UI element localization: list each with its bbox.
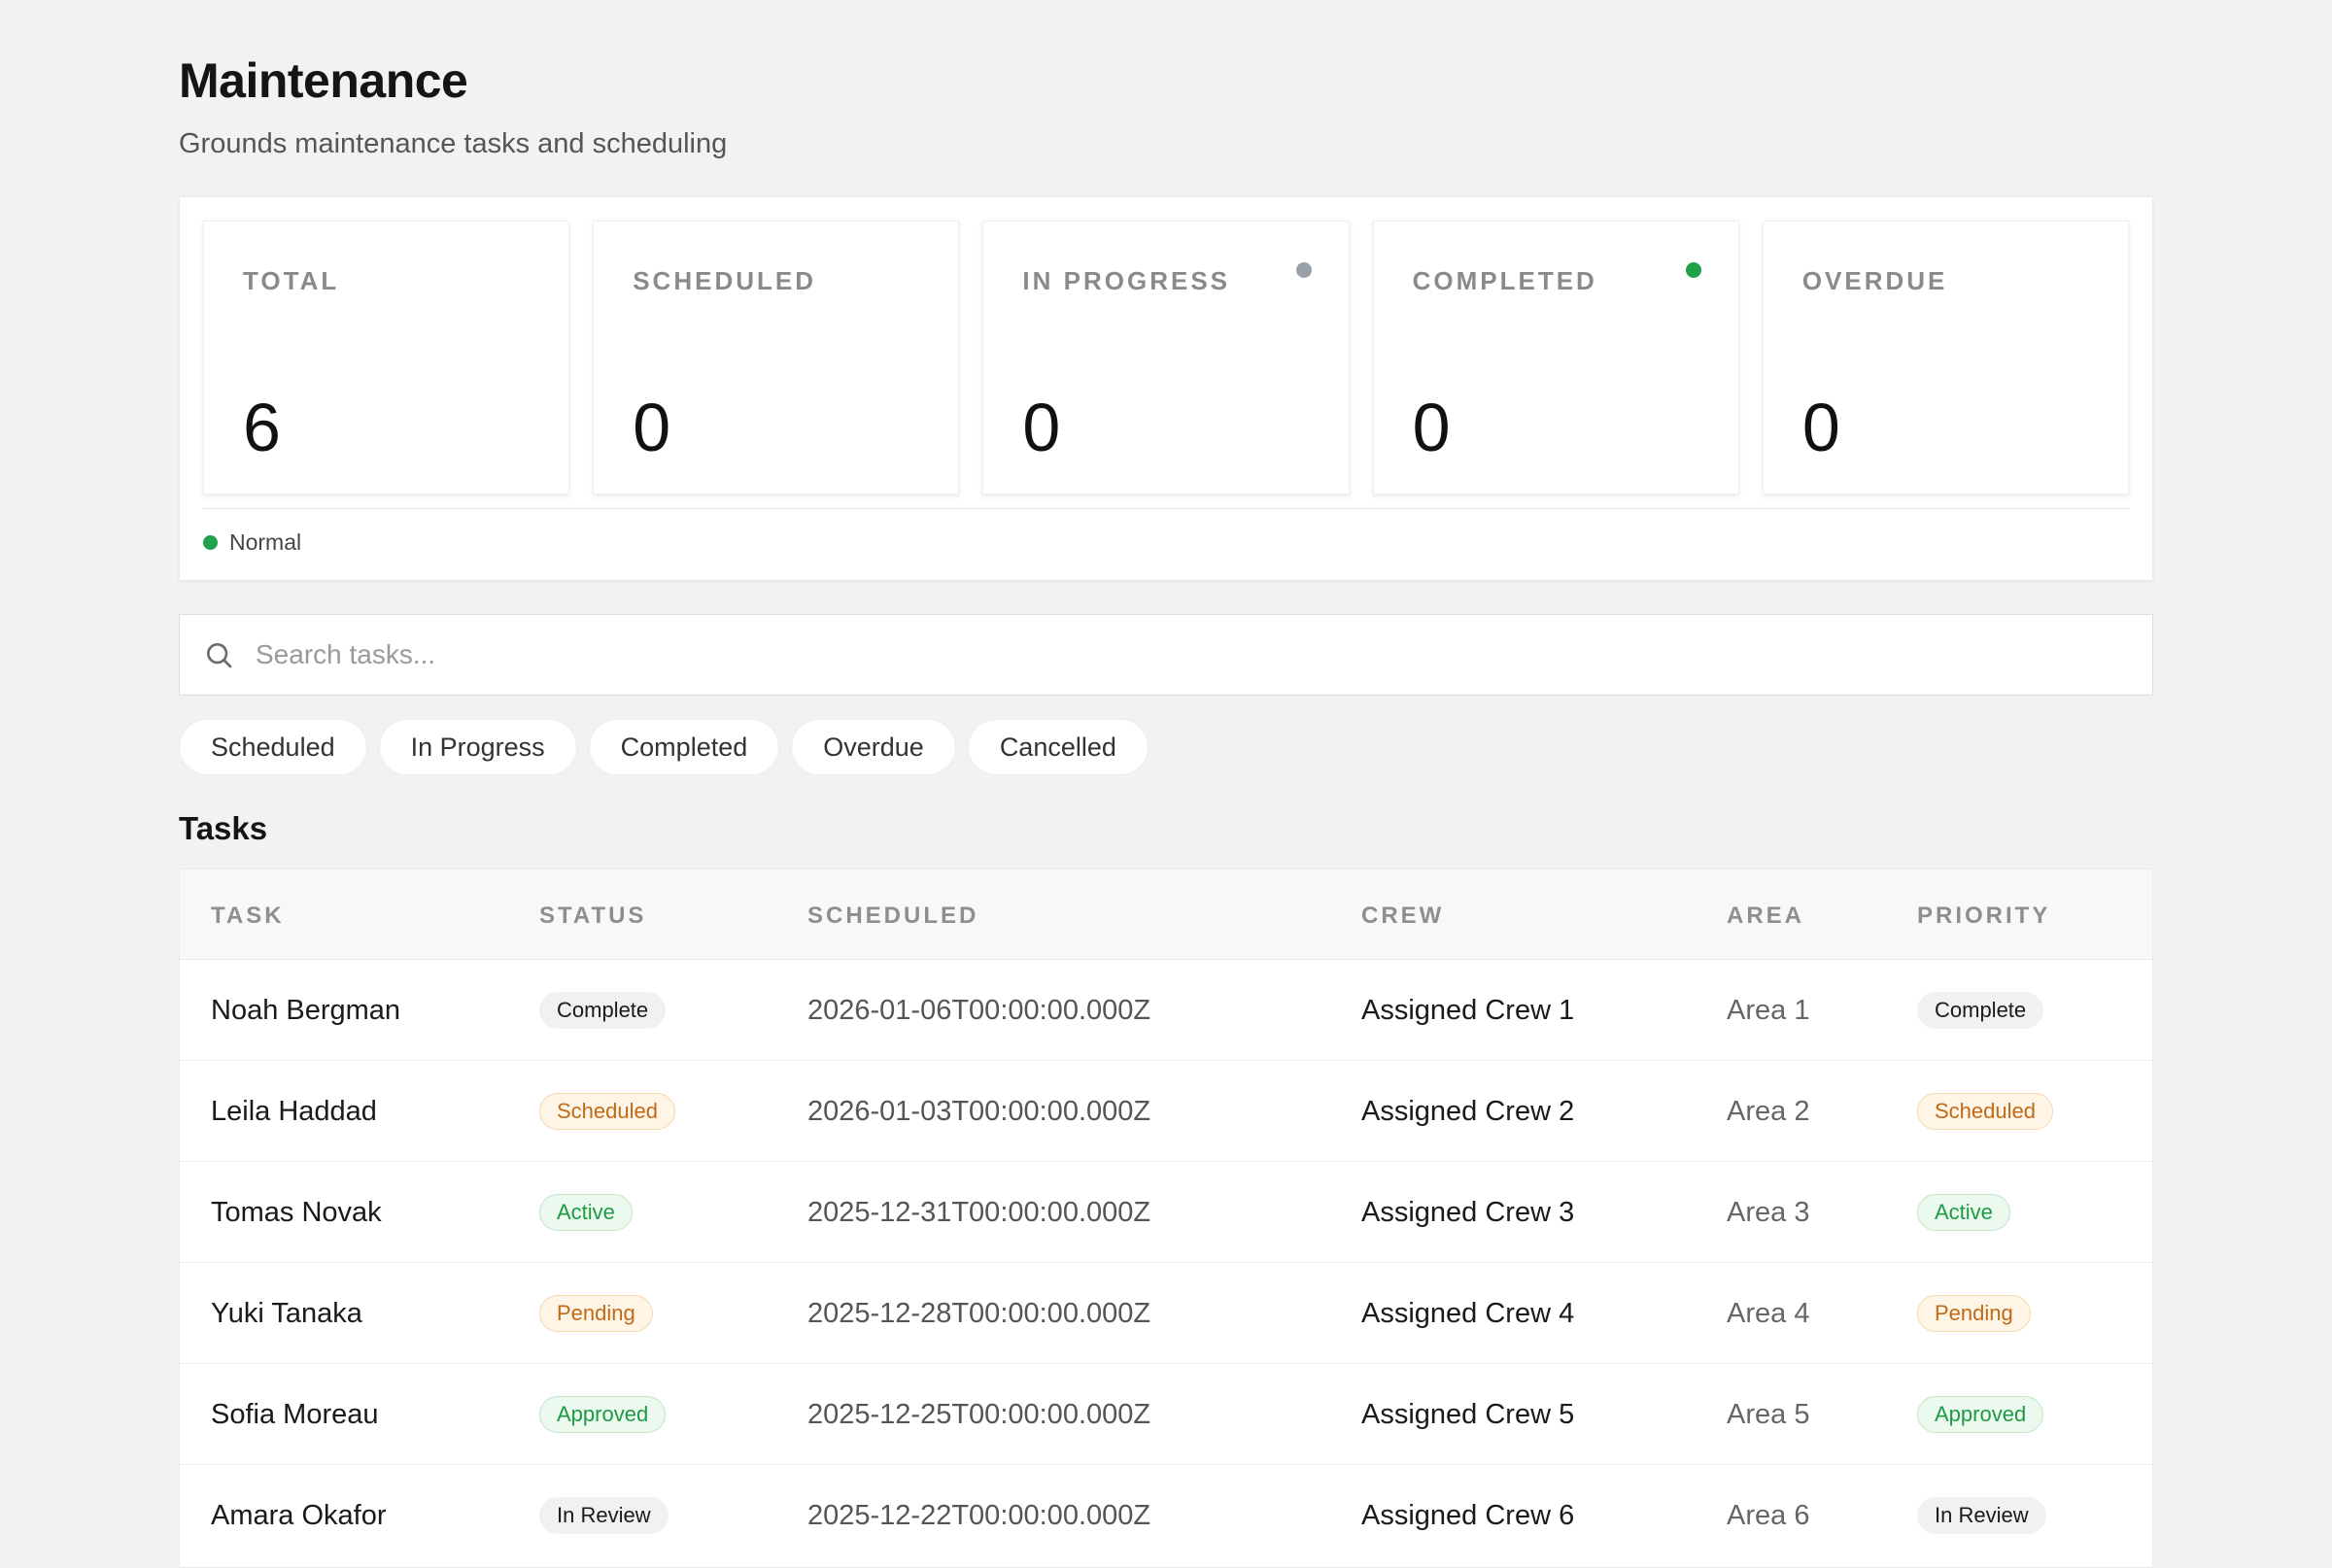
divider	[203, 508, 2129, 509]
stat-card-completed: COMPLETED 0	[1372, 221, 1739, 494]
filter-cancelled[interactable]: Cancelled	[967, 719, 1149, 775]
crew-name: Assigned Crew 4	[1361, 1297, 1575, 1329]
area-name: Area 2	[1727, 1095, 1810, 1127]
status-label: Normal	[229, 529, 302, 555]
priority-cell: Scheduled	[1917, 1061, 2053, 1162]
task-name: Noah Bergman	[211, 994, 401, 1026]
stat-label: OVERDUE	[1801, 266, 1948, 295]
priority-cell: Pending	[1917, 1263, 2031, 1364]
crew-name: Assigned Crew 3	[1361, 1196, 1575, 1228]
status-cell: In Review	[539, 1465, 669, 1566]
scheduled-date: 2025-12-28T00:00:00.000Z	[807, 1297, 1151, 1329]
column-header-area[interactable]: AREA	[1727, 903, 1804, 930]
scheduled-date: 2025-12-31T00:00:00.000Z	[807, 1196, 1151, 1228]
page-title: Maintenance	[179, 53, 468, 108]
status-dot-icon	[203, 535, 218, 550]
stat-card-scheduled: SCHEDULED 0	[593, 221, 960, 494]
column-header-scheduled[interactable]: SCHEDULED	[807, 903, 978, 930]
status-badge: In Review	[539, 1497, 669, 1534]
stat-label: IN PROGRESS	[1022, 266, 1230, 295]
table-row[interactable]: Amara Okafor In Review 2025-12-22T00:00:…	[180, 1464, 2152, 1565]
filter-in-progress[interactable]: In Progress	[378, 719, 577, 775]
status-badge: Scheduled	[539, 1093, 675, 1130]
priority-cell: Complete	[1917, 960, 2044, 1061]
priority-cell: Approved	[1917, 1364, 2044, 1465]
search-input[interactable]	[256, 639, 2005, 670]
table-row[interactable]: Tomas Novak Active 2025-12-31T00:00:00.0…	[180, 1161, 2152, 1262]
filter-overdue[interactable]: Overdue	[791, 719, 956, 775]
area-name: Area 4	[1727, 1297, 1810, 1329]
status-badge: Complete	[539, 992, 667, 1029]
section-title: Tasks	[179, 810, 268, 846]
area-name: Area 5	[1727, 1398, 1810, 1430]
priority-cell: Active	[1917, 1162, 2010, 1263]
stat-card-in-progress: IN PROGRESS 0	[982, 221, 1350, 494]
stat-value: 0	[1801, 390, 1840, 465]
scheduled-date: 2026-01-06T00:00:00.000Z	[807, 994, 1151, 1026]
area-name: Area 3	[1727, 1196, 1810, 1228]
status-badge: Active	[539, 1194, 633, 1231]
status-badge: Approved	[539, 1396, 667, 1433]
priority-badge: Scheduled	[1917, 1093, 2053, 1130]
priority-badge: In Review	[1917, 1497, 2046, 1534]
crew-name: Assigned Crew 1	[1361, 994, 1575, 1026]
status-cell: Complete	[539, 960, 667, 1061]
stat-label: COMPLETED	[1412, 266, 1597, 295]
task-name: Tomas Novak	[211, 1196, 382, 1228]
stat-card-overdue: OVERDUE 0	[1762, 221, 2130, 494]
task-name: Amara Okafor	[211, 1499, 387, 1531]
status-cell: Approved	[539, 1364, 667, 1465]
stat-cards: TOTAL 6 SCHEDULED 0 IN PROGRESS 0 COMPLE…	[203, 221, 2130, 494]
filter-scheduled[interactable]: Scheduled	[179, 719, 367, 775]
page-subtitle: Grounds maintenance tasks and scheduling	[179, 128, 728, 159]
crew-name: Assigned Crew 5	[1361, 1398, 1575, 1430]
stat-label: TOTAL	[243, 266, 340, 295]
status-cell: Pending	[539, 1263, 653, 1364]
stat-value: 0	[633, 390, 671, 465]
task-name: Leila Haddad	[211, 1095, 377, 1127]
priority-badge: Active	[1917, 1194, 2010, 1231]
task-name: Sofia Moreau	[211, 1398, 379, 1430]
crew-name: Assigned Crew 6	[1361, 1499, 1575, 1531]
filter-chips: Scheduled In Progress Completed Overdue …	[179, 719, 1149, 775]
scheduled-date: 2026-01-03T00:00:00.000Z	[807, 1095, 1151, 1127]
crew-name: Assigned Crew 2	[1361, 1095, 1575, 1127]
stat-value: 6	[243, 390, 281, 465]
column-header-priority[interactable]: PRIORITY	[1917, 903, 2050, 930]
table-header: TASK STATUS SCHEDULED CREW AREA PRIORITY	[180, 869, 2152, 959]
table-row[interactable]: Noah Bergman Complete 2026-01-06T00:00:0…	[180, 959, 2152, 1060]
tasks-table: TASK STATUS SCHEDULED CREW AREA PRIORITY…	[179, 869, 2153, 1568]
scheduled-date: 2025-12-25T00:00:00.000Z	[807, 1398, 1151, 1430]
area-name: Area 6	[1727, 1499, 1810, 1531]
stat-card-total: TOTAL 6	[203, 221, 570, 494]
area-name: Area 1	[1727, 994, 1810, 1026]
status-cell: Active	[539, 1162, 633, 1263]
priority-badge: Pending	[1917, 1295, 2031, 1332]
stat-value: 0	[1412, 390, 1451, 465]
priority-badge: Approved	[1917, 1396, 2044, 1433]
table-row[interactable]: Sofia Moreau Approved 2025-12-25T00:00:0…	[180, 1363, 2152, 1464]
status-badge: Pending	[539, 1295, 653, 1332]
column-header-status[interactable]: STATUS	[539, 903, 646, 930]
stat-label: SCHEDULED	[633, 266, 816, 295]
table-row[interactable]: Yuki Tanaka Pending 2025-12-28T00:00:00.…	[180, 1262, 2152, 1363]
search-bar[interactable]	[179, 614, 2153, 696]
column-header-crew[interactable]: CREW	[1361, 903, 1444, 930]
priority-cell: In Review	[1917, 1465, 2046, 1566]
stat-value: 0	[1022, 390, 1061, 465]
status-cell: Scheduled	[539, 1061, 675, 1162]
search-icon	[207, 643, 232, 668]
status-dot-icon	[1295, 262, 1312, 278]
system-status: Normal	[203, 529, 301, 556]
table-row[interactable]: Leila Haddad Scheduled 2026-01-03T00:00:…	[180, 1060, 2152, 1161]
status-dot-icon	[1685, 262, 1701, 278]
column-header-task[interactable]: TASK	[211, 903, 285, 930]
stats-panel: TOTAL 6 SCHEDULED 0 IN PROGRESS 0 COMPLE…	[179, 196, 2153, 581]
priority-badge: Complete	[1917, 992, 2044, 1029]
filter-completed[interactable]: Completed	[588, 719, 780, 775]
task-name: Yuki Tanaka	[211, 1297, 362, 1329]
scheduled-date: 2025-12-22T00:00:00.000Z	[807, 1499, 1151, 1531]
